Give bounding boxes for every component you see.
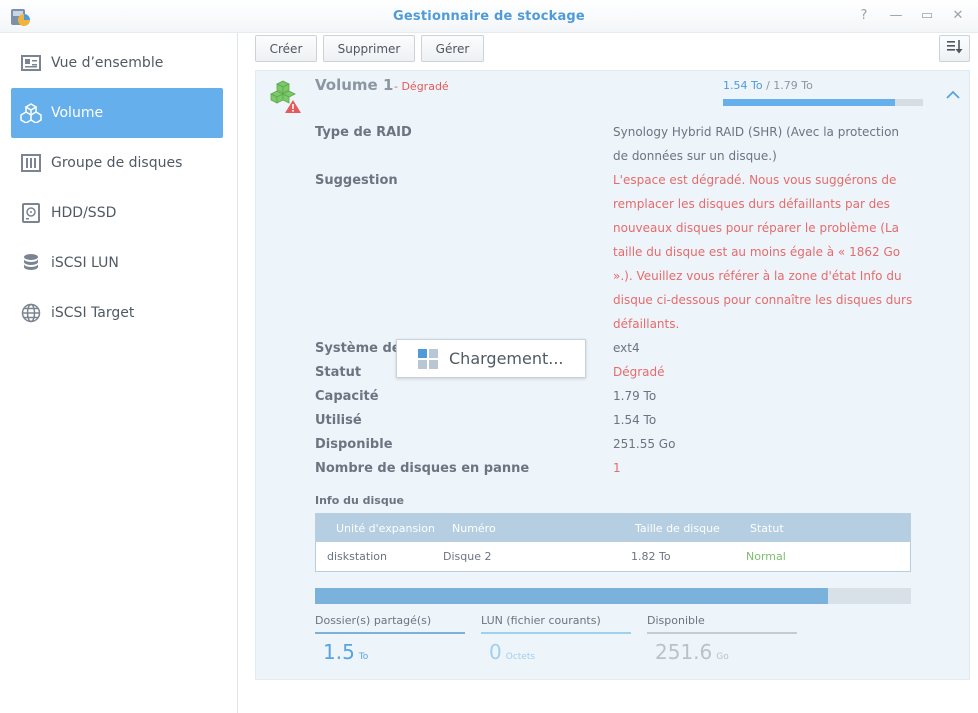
usage-bar xyxy=(723,99,923,106)
failed-disks-label: Nombre de disques en panne xyxy=(315,461,530,476)
globe-icon xyxy=(20,302,42,324)
disk-info-table: Unité d'expansion Numéro Taille de disqu… xyxy=(315,513,911,572)
sort-button[interactable] xyxy=(939,35,970,62)
suggestion-value: L'espace est dégradé. Nous vous suggéron… xyxy=(613,173,913,331)
create-button[interactable]: Créer xyxy=(255,35,317,62)
column-header-expansion[interactable]: Unité d'expansion xyxy=(336,522,435,535)
hdd-icon xyxy=(20,202,42,224)
table-header: Unité d'expansion Numéro Taille de disqu… xyxy=(316,514,910,542)
stat-label: Dossier(s) partagé(s) xyxy=(315,614,465,634)
column-header-status[interactable]: Statut xyxy=(750,522,784,535)
stat-number: 1.5 xyxy=(323,640,355,664)
usage-used: 1.54 To xyxy=(723,79,763,92)
stat-unit: To xyxy=(358,652,369,662)
loading-icon xyxy=(418,348,438,369)
collapse-chevron-icon[interactable] xyxy=(945,88,961,102)
sidebar-item-hdd-ssd[interactable]: HDD/SSD xyxy=(11,188,223,238)
stat-available: Disponible 251.6 Go xyxy=(647,614,797,664)
sidebar-item-volume[interactable]: Volume xyxy=(11,88,223,138)
available-value: 251.55 Go xyxy=(613,437,676,451)
loading-text: Chargement... xyxy=(449,349,564,368)
stat-unit: Octets xyxy=(505,652,536,662)
sidebar-item-iscsi-lun[interactable]: iSCSI LUN xyxy=(11,238,223,288)
sidebar-item-overview[interactable]: Vue d’ensemble xyxy=(11,38,223,88)
failed-disks-value: 1 xyxy=(613,461,621,475)
sidebar-item-label: iSCSI LUN xyxy=(51,255,119,271)
breakdown-bar-fill xyxy=(315,588,828,604)
minimize-icon[interactable]: — xyxy=(887,7,905,25)
filesystem-label: Système de xyxy=(315,341,401,356)
close-icon[interactable]: ✕ xyxy=(949,7,967,25)
cell-number: Disque 2 xyxy=(443,550,492,563)
overview-icon xyxy=(20,52,42,74)
used-label: Utilisé xyxy=(315,413,362,428)
database-icon xyxy=(20,252,42,274)
stat-label: LUN (fichier courants) xyxy=(481,614,631,634)
cell-status: Normal xyxy=(746,550,786,563)
sidebar-item-iscsi-target[interactable]: iSCSI Target xyxy=(11,288,223,338)
usage-total: / 1.79 To xyxy=(766,79,813,92)
stat-number: 251.6 xyxy=(655,640,713,664)
stat-shared-folders: Dossier(s) partagé(s) 1.5 To xyxy=(315,614,465,664)
stat-value: 0 Octets xyxy=(481,640,631,664)
used-value: 1.54 To xyxy=(613,413,657,427)
stat-value: 1.5 To xyxy=(315,640,465,664)
window-title: Gestionnaire de stockage xyxy=(393,9,585,24)
volume-name: Volume 1 xyxy=(315,76,394,94)
sidebar-item-label: Volume xyxy=(51,105,104,121)
disk-group-icon xyxy=(20,152,42,174)
volume-state: - Dégradé xyxy=(394,80,449,93)
status-label: Statut xyxy=(315,365,362,380)
stat-label: Disponible xyxy=(647,614,797,634)
usage-bar-fill xyxy=(723,99,895,106)
loading-dialog: Chargement... xyxy=(396,339,586,378)
stat-unit: Go xyxy=(716,652,729,662)
sidebar-item-label: Vue d’ensemble xyxy=(51,55,164,71)
status-value: Dégradé xyxy=(613,365,665,379)
sidebar-item-label: iSCSI Target xyxy=(51,305,135,321)
sort-icon xyxy=(946,39,963,58)
volume-degraded-icon xyxy=(266,80,302,114)
capacity-value: 1.79 To xyxy=(613,389,657,403)
stat-value: 251.6 Go xyxy=(647,640,797,664)
column-header-size[interactable]: Taille de disque xyxy=(635,522,720,535)
sidebar-item-label: Groupe de disques xyxy=(51,155,183,171)
stat-lun: LUN (fichier courants) 0 Octets xyxy=(481,614,631,664)
delete-button[interactable]: Supprimer xyxy=(323,35,415,62)
filesystem-value: ext4 xyxy=(613,341,640,355)
sidebar-item-disk-group[interactable]: Groupe de disques xyxy=(11,138,223,188)
help-icon[interactable]: ? xyxy=(855,7,873,25)
breakdown-bar xyxy=(315,588,911,604)
cell-expansion: diskstation xyxy=(327,550,387,563)
suggestion-label: Suggestion xyxy=(315,173,398,188)
raid-type-value: Synology Hybrid RAID (SHR) (Avec la prot… xyxy=(613,125,900,163)
raid-type-label: Type de RAID xyxy=(315,125,412,140)
sidebar: Vue d’ensemble Volume Groupe de disques … xyxy=(0,33,238,713)
manage-button[interactable]: Gérer xyxy=(421,35,484,62)
stat-number: 0 xyxy=(489,640,502,664)
usage-text: 1.54 To / 1.79 To xyxy=(723,79,813,92)
maximize-icon[interactable]: ▭ xyxy=(918,7,936,25)
volume-icon xyxy=(20,102,42,124)
disk-info-title: Info du disque xyxy=(315,494,404,507)
column-header-number[interactable]: Numéro xyxy=(452,522,496,535)
title-bar: Gestionnaire de stockage ? — ▭ ✕ xyxy=(0,0,978,33)
cell-size: 1.82 To xyxy=(631,550,671,563)
sidebar-item-label: HDD/SSD xyxy=(51,205,117,221)
capacity-label: Capacité xyxy=(315,389,379,404)
available-label: Disponible xyxy=(315,437,393,452)
